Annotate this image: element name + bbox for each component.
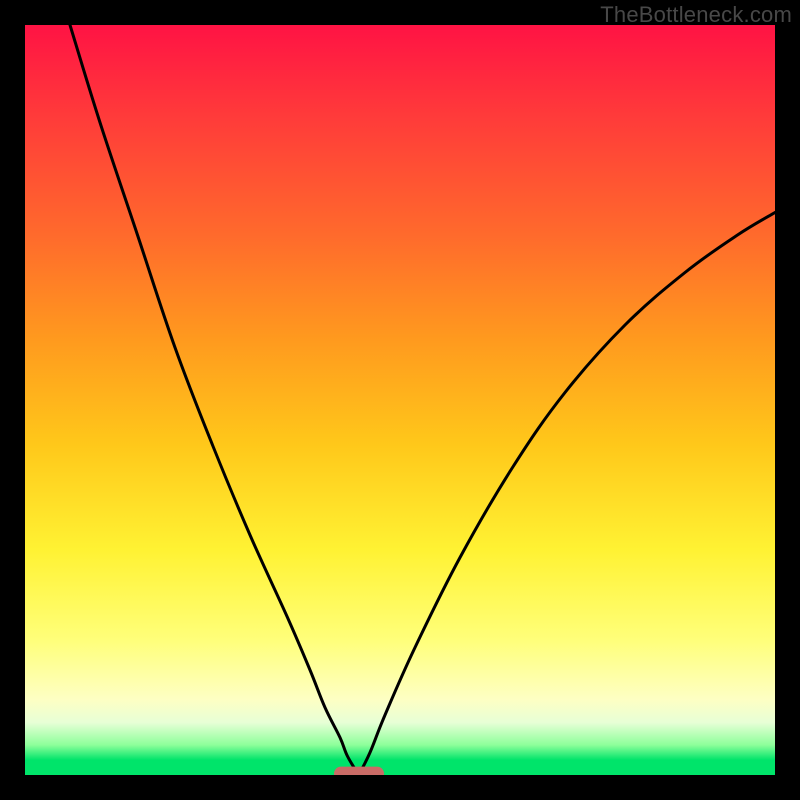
plot-area bbox=[25, 25, 775, 775]
bottleneck-curve bbox=[25, 25, 775, 775]
chart-frame: TheBottleneck.com bbox=[0, 0, 800, 800]
optimal-marker bbox=[334, 767, 384, 775]
curve-path bbox=[70, 25, 775, 775]
